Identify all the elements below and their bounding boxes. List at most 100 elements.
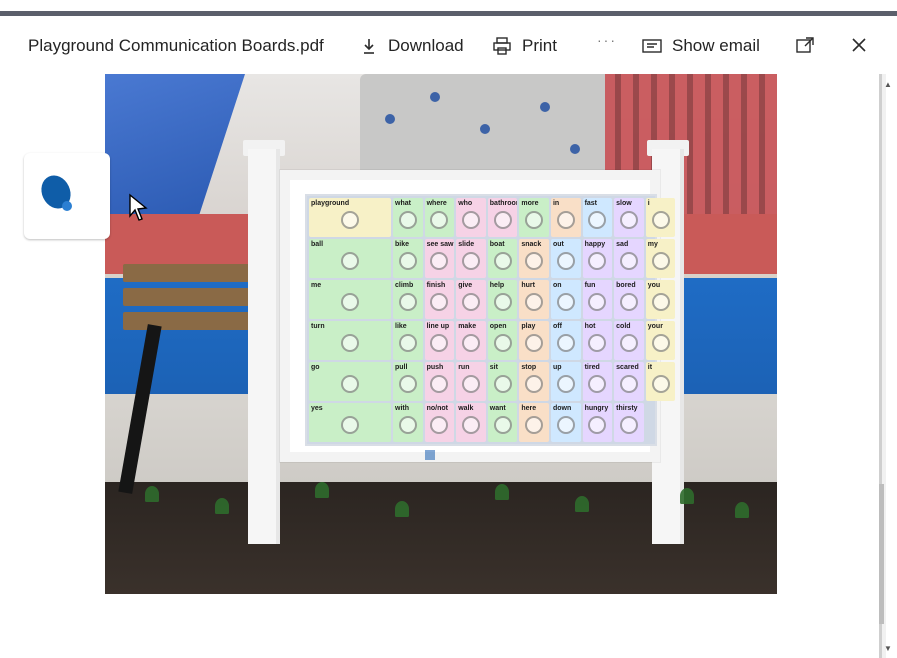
board-cell-label: here (521, 405, 537, 412)
board-symbol-icon (588, 333, 607, 352)
board-cell-label: help (489, 282, 505, 289)
board-symbol-icon (525, 415, 544, 434)
board-cell: what (393, 198, 423, 237)
board-symbol-icon (461, 374, 480, 393)
board-symbol-icon (556, 292, 575, 311)
plant (575, 496, 589, 512)
board-cell-label: turn (311, 323, 325, 330)
board-cell-label: who (458, 200, 473, 207)
board-cell-label: no/not (426, 405, 448, 412)
print-label: Print (522, 36, 557, 55)
board-symbol-icon (430, 210, 449, 229)
board-cell-label: bored (616, 282, 636, 289)
show-email-button[interactable]: Show email (642, 36, 760, 56)
board-cell: scared (614, 362, 644, 401)
board-cell: stop (519, 362, 549, 401)
board-cell-label: up (552, 364, 562, 371)
board-cell: who (456, 198, 486, 237)
board-cell: up (550, 362, 581, 401)
more-icon[interactable]: ··· (597, 32, 617, 48)
board-cell-label: playground (311, 200, 350, 207)
board-symbol-icon (651, 210, 670, 229)
board-cell: go (309, 362, 391, 401)
board-symbol-icon (430, 374, 449, 393)
document-image: playground what where who bathroommore in fast… (105, 74, 777, 594)
board-symbol-icon (588, 292, 607, 311)
board-cell-label: finish (426, 282, 446, 289)
board-cell: no/not (424, 403, 455, 442)
board-cell: in (550, 198, 581, 237)
file-title: Playground Communication Boards.pdf (28, 36, 324, 55)
print-icon (492, 37, 512, 55)
download-button[interactable]: Download (360, 36, 464, 56)
board-symbol-icon (651, 251, 670, 270)
board-cell: yes (309, 403, 391, 442)
board-cell-label: walk (458, 405, 474, 412)
open-in-new-window-button[interactable] (795, 36, 815, 54)
board-cell-label: open (489, 323, 507, 330)
board-cell-label: happy (584, 241, 606, 248)
board-cell: climb (393, 280, 423, 319)
board-cell-label: down (552, 405, 572, 412)
loading-spinner (24, 153, 110, 239)
board-cell-label: push (426, 364, 444, 371)
board-symbol-icon (556, 210, 575, 229)
board-symbol-icon (619, 210, 638, 229)
board-symbol-icon (341, 210, 359, 229)
close-button[interactable] (850, 36, 868, 54)
board-cell-label: like (395, 323, 407, 330)
board-symbol-icon (588, 415, 607, 434)
board-symbol-icon (556, 251, 575, 270)
board-cell-label: sit (489, 364, 498, 371)
print-button[interactable]: Print (492, 36, 557, 56)
climbing-hold (570, 144, 580, 154)
board-cell: want (487, 403, 518, 442)
board-cell: bike (393, 239, 423, 278)
plant (495, 484, 509, 500)
board-symbol-icon (398, 374, 417, 393)
board-cell: you (645, 280, 676, 319)
board-symbol-icon (493, 374, 512, 393)
board-cell-label: fun (584, 282, 596, 289)
board-symbol-icon (430, 333, 449, 352)
board-symbol-icon (556, 415, 575, 434)
board-cell-label: in (552, 200, 560, 207)
board-cell: sit (487, 362, 518, 401)
board-symbol-icon (398, 415, 417, 434)
board-cell-label: on (552, 282, 562, 289)
board-cell: off (550, 321, 581, 360)
board-cell: more (519, 198, 549, 237)
close-icon (850, 36, 868, 54)
board-cell-label: slide (458, 241, 475, 248)
board-cell-label: out (552, 241, 564, 248)
board-symbol-icon (556, 374, 575, 393)
board-symbol-icon (493, 415, 512, 434)
board-cell-label: fast (584, 200, 598, 207)
photo-plants (105, 446, 777, 526)
board-symbol-icon (525, 333, 544, 352)
board-cell-label: line up (426, 323, 450, 330)
board-cell-label: want (489, 405, 506, 412)
board-cell: run (456, 362, 486, 401)
board-cell: See Saw (424, 239, 455, 278)
scrollbar-thumb[interactable] (879, 484, 884, 624)
scroll-down-icon[interactable]: ▼ (884, 644, 892, 653)
photo-bench (105, 264, 255, 494)
board-symbol-icon (493, 210, 512, 229)
board-cell-label: boat (489, 241, 505, 248)
board-cell: fun (582, 280, 613, 319)
board-cell: line up (424, 321, 455, 360)
board-cell: hungry (582, 403, 613, 442)
board-symbol-icon (461, 333, 480, 352)
vertical-scrollbar[interactable] (879, 74, 886, 658)
download-label: Download (388, 36, 464, 55)
board-cell: bored (614, 280, 644, 319)
board-cell-label: bathroom (489, 200, 518, 207)
board-cell-label: climb (395, 282, 414, 289)
communication-board-grid: playground what where who bathroommore in fast… (307, 196, 676, 444)
board-symbol-icon (619, 292, 638, 311)
board-symbol-icon (341, 415, 359, 434)
scroll-up-icon[interactable]: ▲ (884, 80, 892, 89)
board-cell-label: make (458, 323, 477, 330)
show-email-label: Show email (672, 36, 760, 55)
